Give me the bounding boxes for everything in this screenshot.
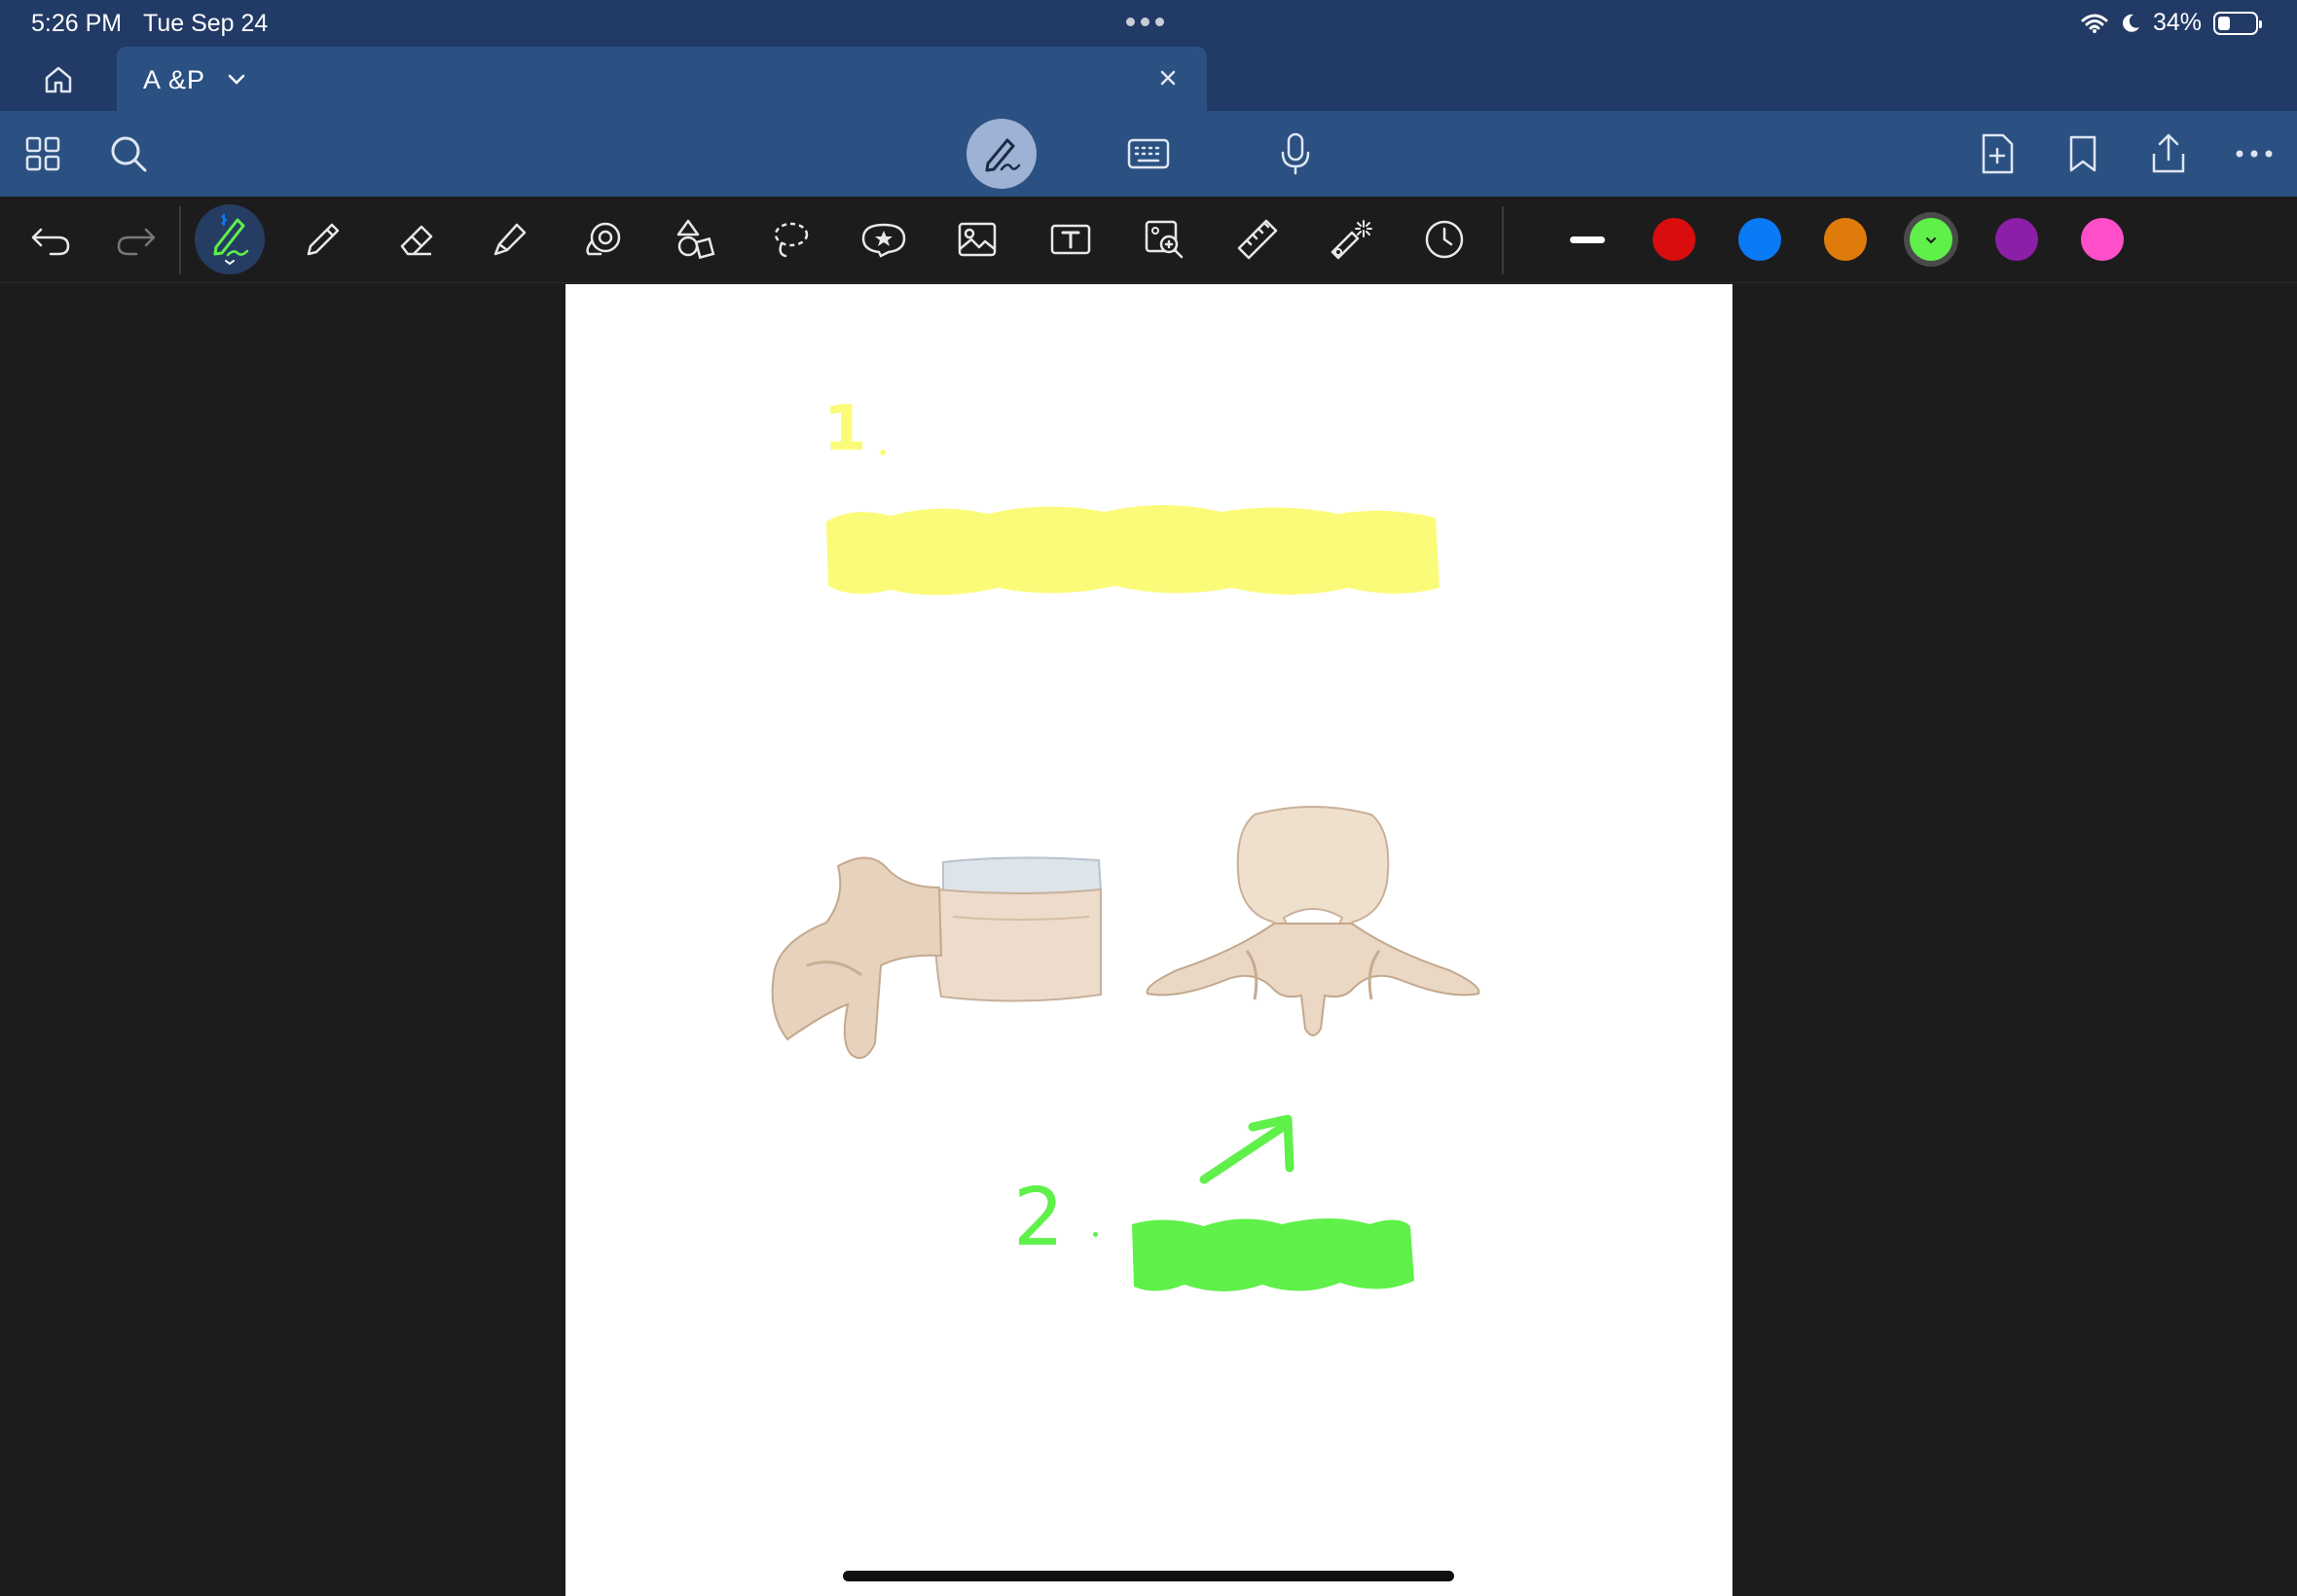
close-tab-icon[interactable] [1154, 64, 1182, 91]
image-icon [958, 222, 997, 257]
lasso-tool-button[interactable] [761, 210, 820, 269]
status-time: 5:26 PM [31, 10, 123, 37]
bookmark-icon [2069, 135, 2096, 172]
search-icon [111, 136, 147, 172]
highlighter-tool-button[interactable] [481, 210, 539, 269]
home-icon [45, 66, 72, 93]
shapes-lasso-icon [586, 222, 621, 256]
eraser-icon [400, 225, 433, 256]
more-options-button[interactable] [2225, 125, 2283, 183]
recent-tools-button[interactable] [1415, 210, 1474, 269]
tab-bar: A &P [0, 47, 2297, 111]
undo-icon [31, 228, 70, 256]
highlighter-icon [493, 223, 527, 256]
share-icon [2152, 133, 2185, 173]
bookmark-button[interactable] [2054, 125, 2112, 183]
laser-pointer-tool-button[interactable] [1322, 210, 1380, 269]
yellow-highlight-scribble [826, 505, 1440, 596]
battery-percent: 34% [2152, 9, 2202, 36]
camera-zoom-tool-button[interactable] [1135, 210, 1193, 269]
annotation-dot-1 [880, 450, 886, 455]
microphone-icon [1281, 132, 1310, 175]
pencil-tool-button[interactable] [294, 210, 352, 269]
eraser-tool-button[interactable] [387, 210, 446, 269]
thumbnails-button[interactable] [14, 125, 72, 183]
ruler-tool-button[interactable] [1228, 210, 1287, 269]
redo-icon [117, 228, 156, 256]
keyboard-icon [1127, 138, 1170, 169]
color-swatch-orange[interactable] [1824, 218, 1867, 261]
handwriting-pen-icon [985, 138, 1021, 172]
document-tab-title: A &P [143, 65, 206, 94]
shapes-tool-button[interactable] [668, 210, 726, 269]
color-swatch-purple[interactable] [1995, 218, 2038, 261]
search-button[interactable] [99, 125, 158, 183]
add-page-button[interactable] [1968, 125, 2026, 183]
drawing-tools-toolbar [0, 197, 2297, 283]
chevron-down-icon[interactable] [226, 64, 247, 93]
vertebra-superior-view-image [1146, 806, 1480, 1036]
pen-tool-button[interactable] [195, 204, 265, 274]
image-tool-button[interactable] [948, 210, 1006, 269]
redo-button[interactable] [107, 210, 165, 269]
multitasking-dots[interactable] [1126, 18, 1164, 26]
shape-lasso-tool-button[interactable] [574, 210, 633, 269]
annotation-dot-2 [1093, 1232, 1098, 1237]
voice-recording-button[interactable] [1266, 125, 1325, 183]
chevron-down-icon [1926, 237, 1936, 244]
ruler-icon [1237, 219, 1278, 260]
shapes-icon [676, 219, 715, 260]
wifi-icon [2081, 14, 2108, 33]
lasso-icon [774, 222, 809, 258]
pencil-icon [307, 223, 340, 256]
status-date: Tue Sep 24 [143, 10, 269, 37]
sticker-tool-button[interactable] [855, 210, 913, 269]
status-bar: 5:26 PM Tue Sep 24 34% [0, 0, 2297, 47]
image-zoom-icon [1145, 220, 1184, 259]
share-button[interactable] [2139, 125, 2198, 183]
vertebra-lateral-view-image [771, 856, 1103, 1059]
home-indicator[interactable] [843, 1571, 1454, 1581]
keyboard-mode-button[interactable] [1119, 125, 1178, 183]
home-button[interactable] [39, 60, 78, 99]
green-arrow-annotation [1199, 1114, 1294, 1184]
moon-icon [2123, 14, 2139, 32]
text-box-icon [1050, 224, 1091, 255]
annotation-number-1: 1 [823, 393, 867, 465]
document-tab[interactable]: A &P [117, 47, 1207, 111]
grid-icon [25, 136, 60, 171]
color-swatch-green[interactable] [1910, 218, 1952, 261]
undo-button[interactable] [21, 210, 80, 269]
handwriting-mode-button[interactable] [966, 119, 1037, 189]
text-tool-button[interactable] [1041, 210, 1100, 269]
color-swatch-pink[interactable] [2081, 218, 2124, 261]
battery-icon [2213, 11, 2262, 35]
color-swatch-blue[interactable] [1738, 218, 1781, 261]
color-swatch-red[interactable] [1653, 218, 1695, 261]
sticker-icon [861, 223, 906, 258]
green-highlight-scribble [1132, 1218, 1414, 1291]
annotation-number-2: 2 [1013, 1172, 1065, 1264]
more-icon [2236, 150, 2273, 158]
notebook-page[interactable]: 1 2 [565, 284, 1732, 1596]
add-page-icon [1982, 133, 2014, 174]
pen-icon [213, 214, 249, 266]
clock-icon [1425, 220, 1464, 259]
status-indicators: 34% [2081, 9, 2262, 37]
laser-pointer-icon [1331, 220, 1372, 260]
navigation-toolbar [0, 111, 2297, 197]
stroke-width-indicator[interactable] [1570, 236, 1605, 243]
